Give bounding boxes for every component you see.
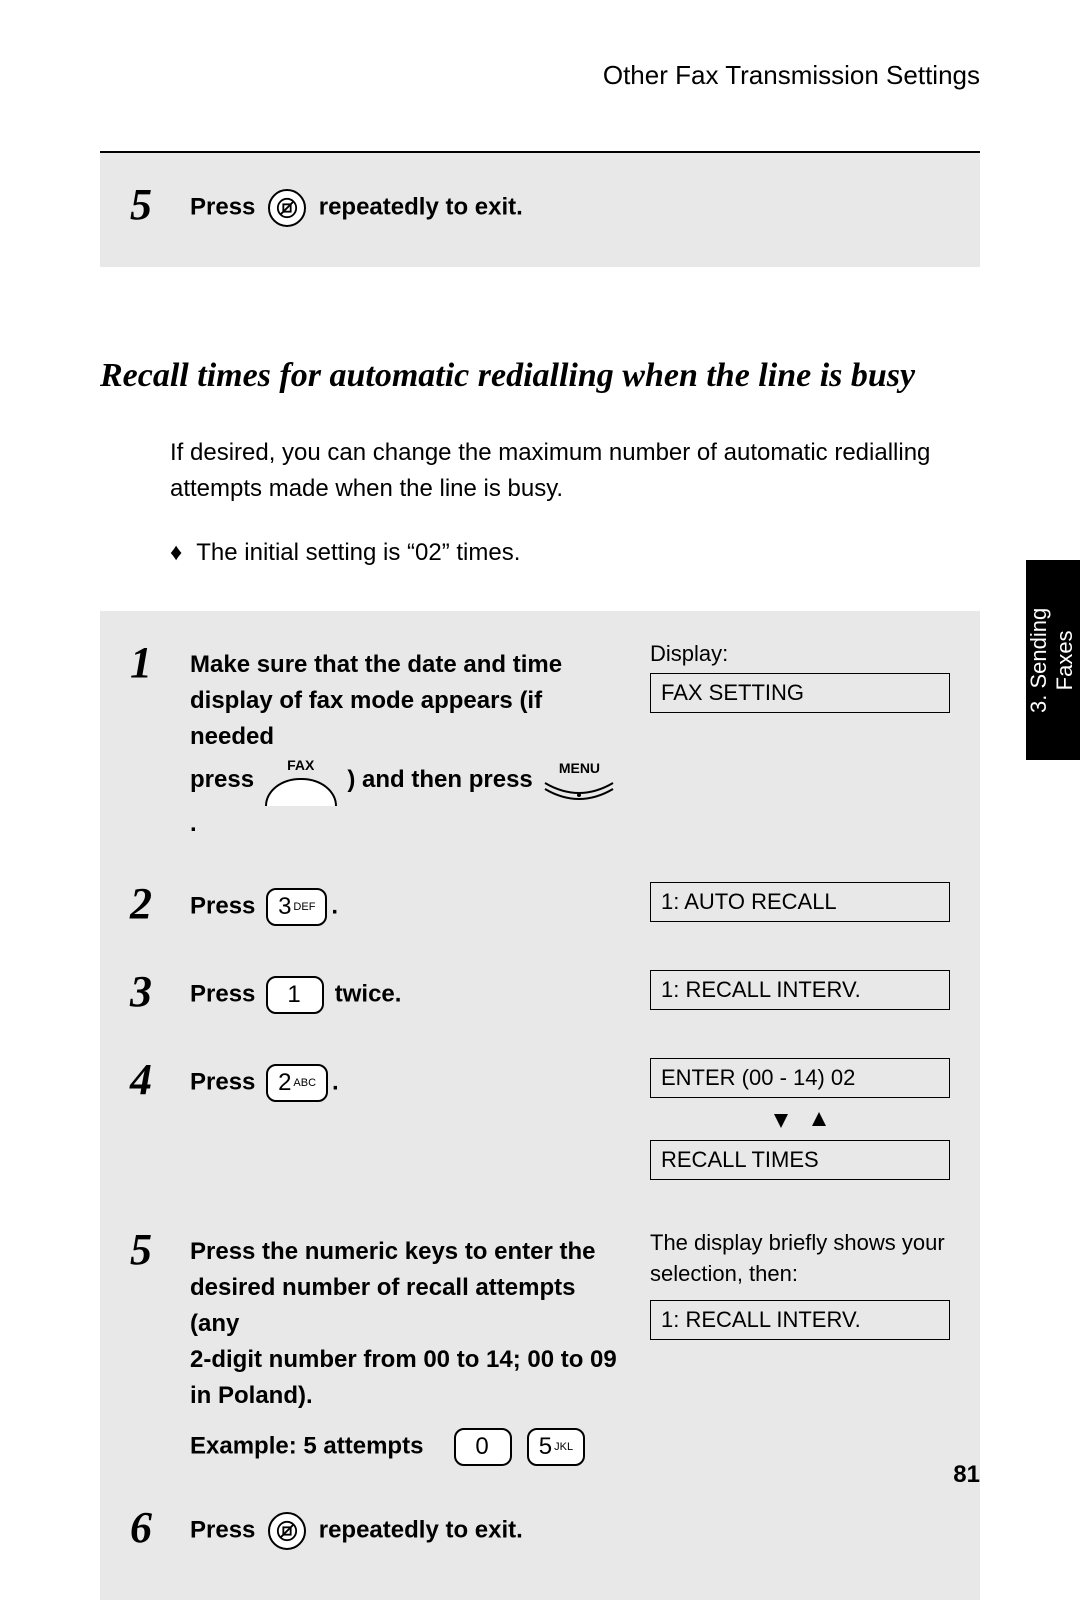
display-label: Display: xyxy=(650,641,950,667)
stop-icon xyxy=(268,1512,306,1550)
numeric-key: 3DEF xyxy=(266,888,327,926)
numeric-key: 1 xyxy=(266,976,324,1014)
step-number: 4 xyxy=(130,1058,190,1102)
menu-key-label: MENU xyxy=(559,758,600,779)
example-label: Example: 5 attempts xyxy=(190,1432,423,1459)
step-text: in Poland). xyxy=(190,1378,630,1414)
step-text: twice. xyxy=(335,980,402,1007)
step-text: Press the numeric keys to enter the xyxy=(190,1234,630,1270)
menu-key-icon: MENU xyxy=(543,758,615,803)
step-text: Press xyxy=(190,1516,255,1543)
step-text: repeatedly to exit. xyxy=(319,193,523,220)
step-text: display of fax mode appears (if needed xyxy=(190,683,630,755)
step-number: 3 xyxy=(130,970,190,1014)
step-text: Press xyxy=(190,892,255,919)
display-note: The display briefly shows your selection… xyxy=(650,1228,950,1290)
fax-key-icon: FAX xyxy=(265,755,337,806)
display-box: 1: AUTO RECALL xyxy=(650,882,950,922)
numeric-key: 5JKL xyxy=(527,1428,585,1466)
page-header: Other Fax Transmission Settings xyxy=(100,60,980,91)
tab-line: 3. Sending xyxy=(1027,607,1053,712)
key-main: 0 xyxy=(475,1429,488,1465)
step-text: . xyxy=(332,1068,339,1095)
key-main: 3 xyxy=(278,889,291,925)
display-box: 1: RECALL INTERV. xyxy=(650,1300,950,1340)
bullet-icon: ♦ xyxy=(170,535,182,571)
key-main: 5 xyxy=(539,1429,552,1465)
numeric-key: 2ABC xyxy=(266,1064,328,1102)
display-box: RECALL TIMES xyxy=(650,1140,950,1180)
key-main: 1 xyxy=(287,977,300,1013)
step-text: Make sure that the date and time xyxy=(190,647,630,683)
arrow-row xyxy=(650,1106,950,1132)
key-sub: DEF xyxy=(293,899,315,916)
key-sub: ABC xyxy=(293,1075,316,1092)
step-number: 5 xyxy=(130,183,190,227)
step-text: desired number of recall attempts (any xyxy=(190,1270,630,1342)
stop-icon xyxy=(268,189,306,227)
step-number: 2 xyxy=(130,882,190,926)
page-number: 81 xyxy=(953,1461,980,1489)
key-sub: JKL xyxy=(554,1439,573,1456)
display-box: FAX SETTING xyxy=(650,673,950,713)
step-text: ) and then press xyxy=(347,766,532,793)
tab-line: Faxes xyxy=(1053,607,1079,712)
step-text: Press xyxy=(190,193,255,220)
bullet-text: The initial setting is “02” times. xyxy=(196,535,520,571)
step-text: Press xyxy=(190,980,255,1007)
step-text: press xyxy=(190,766,254,793)
step-text: 2-digit number from 00 to 14; 00 to 09 xyxy=(190,1342,630,1378)
section-tab: 3. Sending Faxes xyxy=(1026,560,1080,760)
numeric-key: 0 xyxy=(454,1428,512,1466)
display-box: 1: RECALL INTERV. xyxy=(650,970,950,1010)
section-intro: If desired, you can change the maximum n… xyxy=(170,435,980,507)
step-number: 1 xyxy=(130,641,190,685)
step-number: 6 xyxy=(130,1506,190,1550)
step-text: . xyxy=(331,892,338,919)
fax-key-label: FAX xyxy=(287,755,314,776)
step-number: 5 xyxy=(130,1228,190,1272)
step-text: . xyxy=(190,810,197,837)
section-title: Recall times for automatic redialling wh… xyxy=(100,357,980,395)
display-box: ENTER (00 - 14) 02 xyxy=(650,1058,950,1098)
step-box-top: 5 Press repeatedly to exit. xyxy=(100,153,980,267)
key-main: 2 xyxy=(278,1065,291,1101)
step-text: Press xyxy=(190,1068,255,1095)
step-text: repeatedly to exit. xyxy=(319,1516,523,1543)
step-box-main: 1 Make sure that the date and time displ… xyxy=(100,611,980,1600)
